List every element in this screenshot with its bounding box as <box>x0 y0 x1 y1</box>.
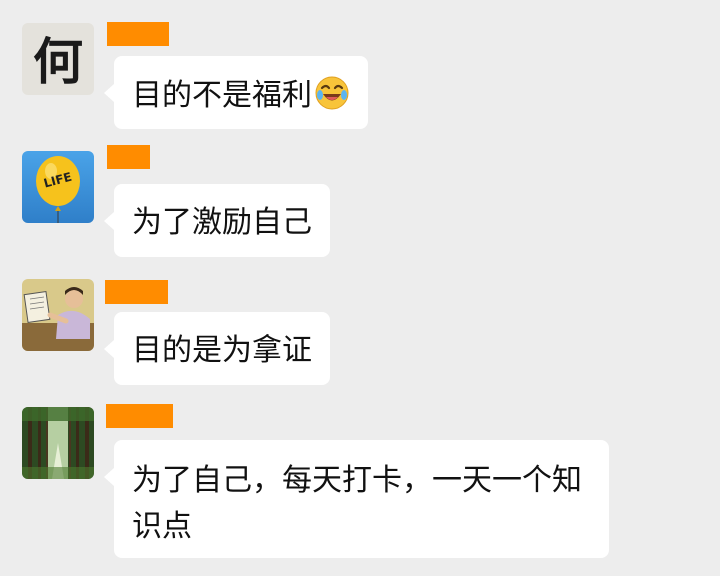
message-text: 为了激励自己 <box>132 205 312 240</box>
sender-name-redacted <box>107 22 169 46</box>
message-text: 为了自己，每天打卡，一天一个知识点 <box>132 463 582 544</box>
message-text: 目的不是福利 <box>132 78 312 113</box>
message-bubble[interactable]: 为了自己，每天打卡，一天一个知识点 <box>104 440 609 558</box>
message-text: 目的是为拿证 <box>132 333 312 368</box>
reading-man-avatar[interactable] <box>22 279 94 351</box>
chat-message-list: 何 目的不是福利 LIFE 为了激励自己 目的是为拿证 为了自己，每天打卡，一天… <box>0 0 720 576</box>
sender-name-redacted <box>107 145 150 169</box>
message-bubble[interactable]: 目的是为拿证 <box>104 312 330 385</box>
message-bubble[interactable]: 为了激励自己 <box>104 184 330 257</box>
sender-name-redacted <box>105 280 168 304</box>
forest-path-avatar[interactable] <box>22 407 94 479</box>
calligraphy-character-avatar[interactable]: 何 <box>22 23 94 95</box>
sender-name-redacted <box>106 404 173 428</box>
svg-text:何: 何 <box>33 32 83 91</box>
life-balloon-avatar[interactable]: LIFE <box>22 151 94 223</box>
rofl-emoji-icon <box>314 75 350 111</box>
message-bubble[interactable]: 目的不是福利 <box>104 56 368 129</box>
